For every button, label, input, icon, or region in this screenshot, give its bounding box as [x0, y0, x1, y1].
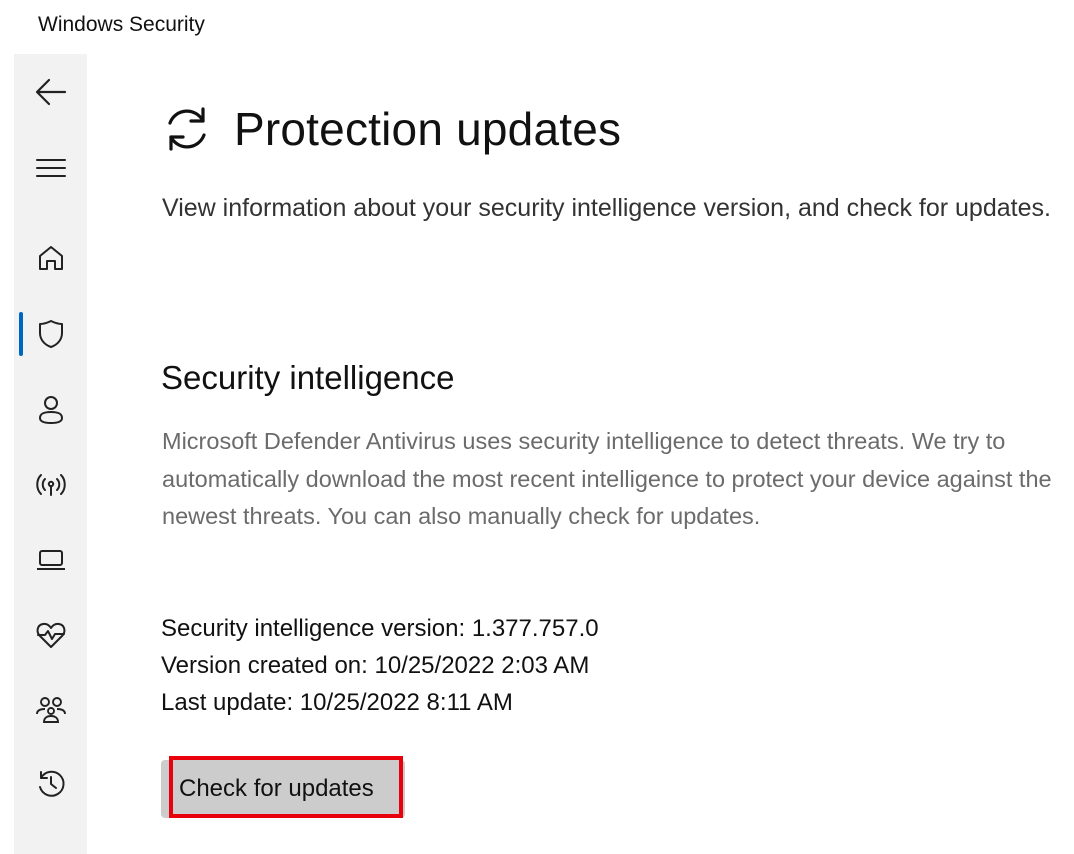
sidebar-item-firewall[interactable]	[28, 462, 74, 508]
active-indicator	[19, 312, 23, 356]
wireless-icon	[34, 471, 68, 499]
page-header: Protection updates	[160, 102, 621, 156]
sidebar-item-app-browser[interactable]	[28, 537, 74, 583]
title-bar: Windows Security	[0, 0, 1074, 54]
app-title: Windows Security	[38, 13, 205, 36]
heart-pulse-icon	[35, 620, 67, 650]
sidebar-item-home[interactable]	[28, 235, 74, 281]
page-description: View information about your security int…	[162, 194, 1051, 222]
sidebar-item-account[interactable]	[28, 387, 74, 433]
back-button[interactable]	[28, 69, 74, 115]
back-arrow-icon	[34, 77, 68, 107]
sidebar-item-device-performance[interactable]	[28, 612, 74, 658]
account-icon	[36, 394, 66, 426]
refresh-icon	[160, 102, 214, 156]
version-created-text: Version created on: 10/25/2022 2:03 AM	[161, 652, 590, 679]
section-description: Microsoft Defender Antivirus uses securi…	[162, 428, 1052, 529]
section-heading: Security intelligence	[161, 359, 455, 396]
sidebar-item-protection-history[interactable]	[28, 761, 74, 807]
history-icon	[35, 768, 67, 800]
home-icon	[36, 243, 66, 273]
sidebar-item-family-options[interactable]	[28, 687, 74, 733]
laptop-icon	[35, 547, 67, 573]
check-for-updates-button[interactable]: Check for updates	[161, 760, 405, 818]
page-title: Protection updates	[234, 103, 622, 155]
check-for-updates-label: Check for updates	[179, 775, 374, 802]
menu-button[interactable]	[28, 145, 74, 191]
sidebar-item-virus-protection[interactable]	[28, 311, 74, 357]
shield-icon	[37, 318, 65, 350]
sidebar	[14, 54, 87, 854]
intelligence-version-text: Security intelligence version: 1.377.757…	[161, 615, 599, 642]
last-update-text: Last update: 10/25/2022 8:11 AM	[161, 689, 513, 716]
hamburger-menu-icon	[35, 157, 67, 179]
version-info: Security intelligence version: 1.377.757…	[161, 610, 599, 721]
family-icon	[34, 694, 68, 726]
